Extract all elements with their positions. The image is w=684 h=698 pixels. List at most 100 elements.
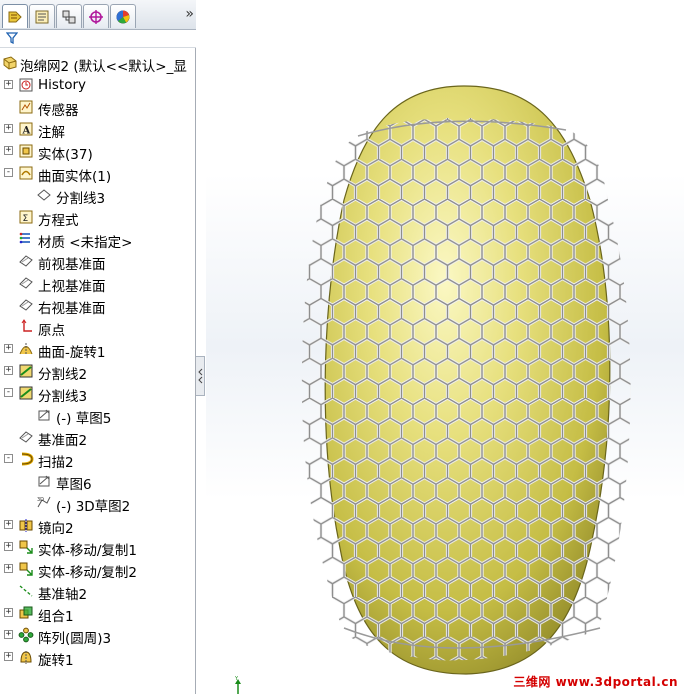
tree-item[interactable]: + 实体-移动/复制2 bbox=[0, 558, 196, 581]
watermark: 三维网 www.3dportal.cn bbox=[513, 675, 678, 689]
tree-item[interactable]: 分割线3 bbox=[0, 184, 196, 207]
tree-item-label: 镜向2 bbox=[38, 521, 74, 537]
tree-item[interactable]: + 组合1 bbox=[0, 602, 196, 625]
tree-item[interactable]: 基准轴2 bbox=[0, 580, 196, 603]
expand-node-icon[interactable]: + bbox=[4, 344, 13, 353]
collapse-panel-button[interactable]: » bbox=[185, 6, 194, 22]
tree-item[interactable]: - 曲面实体(1) bbox=[0, 162, 196, 185]
expand-node-icon[interactable]: + bbox=[4, 652, 13, 661]
expand-node-icon[interactable]: + bbox=[4, 80, 13, 89]
collapse-node-icon[interactable]: - bbox=[4, 168, 13, 177]
tree-item[interactable]: Σ 方程式 bbox=[0, 206, 196, 229]
tree-item[interactable]: - 分割线3 bbox=[0, 382, 196, 405]
tree-item[interactable]: + 曲面-旋转1 bbox=[0, 338, 196, 361]
tab-dimxpert[interactable] bbox=[83, 4, 109, 28]
solid-bodies-icon bbox=[18, 143, 34, 159]
tree-item-label: 阵列(圆周)3 bbox=[38, 631, 112, 647]
filter-icon[interactable] bbox=[6, 32, 18, 44]
tab-feature-tree[interactable] bbox=[2, 4, 28, 28]
tree-item[interactable]: 材质 <未指定> bbox=[0, 228, 196, 251]
plane-icon bbox=[18, 297, 34, 313]
sensor-icon bbox=[18, 99, 34, 115]
tree-item[interactable]: + 分割线2 bbox=[0, 360, 196, 383]
tree-item-label: 材质 <未指定> bbox=[38, 235, 133, 251]
tab-property-manager[interactable] bbox=[29, 4, 55, 28]
circular-pattern-icon bbox=[18, 627, 34, 643]
dimxpert-icon bbox=[89, 9, 103, 24]
equations-icon: Σ bbox=[18, 209, 34, 225]
plane-icon bbox=[18, 253, 34, 269]
tree-item[interactable]: 3D (-) 3D草图2 bbox=[0, 492, 196, 515]
tree-item-label: 右视基准面 bbox=[38, 301, 106, 317]
tree-item-label: 基准轴2 bbox=[38, 587, 88, 603]
tree-item[interactable]: - 扫描2 bbox=[0, 448, 196, 471]
tree-item-label: 基准面2 bbox=[38, 433, 88, 449]
plane-icon bbox=[18, 429, 34, 445]
tree-item-label: 草图6 bbox=[56, 477, 92, 493]
property-manager-icon bbox=[35, 10, 49, 23]
history-icon bbox=[18, 77, 34, 93]
tree-item[interactable]: 前视基准面 bbox=[0, 250, 196, 273]
panel-splitter-handle[interactable] bbox=[196, 356, 205, 396]
tree-item[interactable]: (-) 草图5 bbox=[0, 404, 196, 427]
split-line-icon bbox=[18, 385, 34, 401]
tree-item-label: 分割线3 bbox=[38, 389, 88, 405]
tree-item-label: 上视基准面 bbox=[38, 279, 106, 295]
expand-node-icon[interactable]: + bbox=[4, 608, 13, 617]
feature-filter-bar[interactable] bbox=[0, 30, 196, 48]
part-icon bbox=[2, 55, 18, 71]
revolve-icon bbox=[18, 649, 34, 665]
tree-item-label: 传感器 bbox=[38, 103, 79, 119]
tree-item-label: (-) 3D草图2 bbox=[56, 499, 131, 515]
move-copy-icon bbox=[18, 539, 34, 555]
tree-item[interactable]: + 阵列(圆周)3 bbox=[0, 624, 196, 647]
tree-item-label: 曲面实体(1) bbox=[38, 169, 112, 185]
tree-item[interactable]: + A 注解 bbox=[0, 118, 196, 141]
tree-item-label: 注解 bbox=[38, 125, 65, 141]
material-icon bbox=[18, 231, 34, 247]
combine-icon bbox=[18, 605, 34, 621]
tree-item-label: 曲面-旋转1 bbox=[38, 345, 106, 361]
tree-item[interactable]: 基准面2 bbox=[0, 426, 196, 449]
splitter-arrows-icon bbox=[197, 368, 202, 384]
tree-item[interactable]: + 旋转1 bbox=[0, 646, 196, 669]
expand-node-icon[interactable]: + bbox=[4, 366, 13, 375]
tree-item-label: 组合1 bbox=[38, 609, 74, 625]
tree-root-part[interactable]: 泡绵网2 (默认<<默认>_显 bbox=[0, 52, 196, 75]
svg-text:Σ: Σ bbox=[23, 214, 29, 224]
expand-node-icon[interactable]: + bbox=[4, 124, 13, 133]
axis-icon bbox=[18, 583, 34, 599]
tree-item[interactable]: + 实体(37) bbox=[0, 140, 196, 163]
sketch-icon bbox=[36, 407, 52, 423]
mirror-icon bbox=[18, 517, 34, 533]
tree-item[interactable]: 草图6 bbox=[0, 470, 196, 493]
egg-model[interactable] bbox=[206, 0, 684, 694]
tab-configuration-manager[interactable] bbox=[56, 4, 82, 28]
graphics-area[interactable] bbox=[206, 0, 684, 694]
tree-item[interactable]: 传感器 bbox=[0, 96, 196, 119]
expand-node-icon[interactable]: + bbox=[4, 146, 13, 155]
svg-text:3D: 3D bbox=[37, 497, 44, 503]
surface-revolve-icon bbox=[18, 341, 34, 357]
tree-item-label: (-) 草图5 bbox=[56, 411, 112, 427]
origin-icon bbox=[18, 319, 34, 335]
tree-item[interactable]: 原点 bbox=[0, 316, 196, 339]
expand-node-icon[interactable]: + bbox=[4, 564, 13, 573]
tree-root-label: 泡绵网2 (默认<<默认>_显 bbox=[20, 59, 187, 75]
tab-display-manager[interactable] bbox=[110, 4, 136, 28]
feature-manager-panel: » 泡绵网2 (默认<<默认>_显 + History 传感器 + A 注解 + 实体(37)… bbox=[0, 0, 196, 694]
tree-item[interactable]: + History bbox=[0, 74, 196, 96]
tree-item[interactable]: 右视基准面 bbox=[0, 294, 196, 317]
expand-node-icon[interactable]: + bbox=[4, 630, 13, 639]
configuration-manager-icon bbox=[62, 10, 76, 23]
tree-item[interactable]: 上视基准面 bbox=[0, 272, 196, 295]
tree-item[interactable]: + 实体-移动/复制1 bbox=[0, 536, 196, 559]
tree-item-label: 分割线3 bbox=[56, 191, 106, 207]
collapse-node-icon[interactable]: - bbox=[4, 388, 13, 397]
tree-item-label: 实体(37) bbox=[38, 147, 93, 163]
annotation-icon: A bbox=[18, 121, 34, 137]
expand-node-icon[interactable]: + bbox=[4, 542, 13, 551]
expand-node-icon[interactable]: + bbox=[4, 520, 13, 529]
collapse-node-icon[interactable]: - bbox=[4, 454, 13, 463]
tree-item[interactable]: + 镜向2 bbox=[0, 514, 196, 537]
